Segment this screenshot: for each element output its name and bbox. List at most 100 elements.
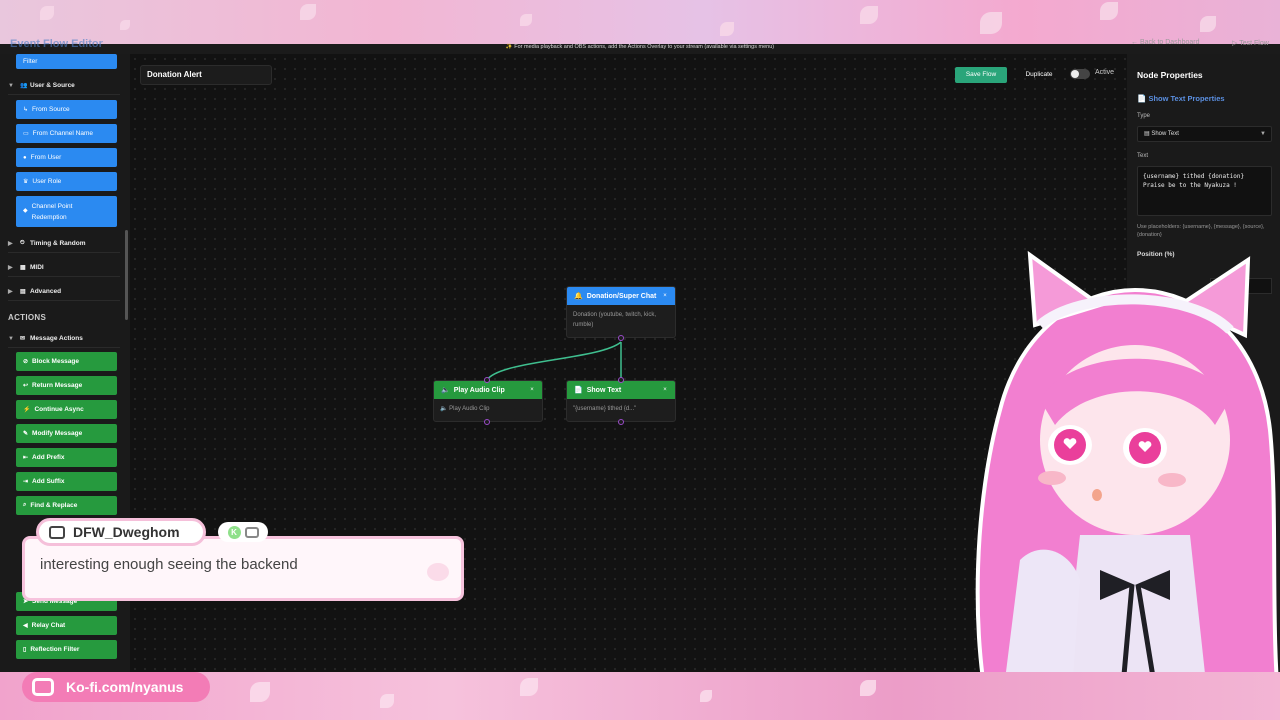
info-banner: ✨ For media playback and OBS actions, ad…: [505, 44, 775, 50]
palette-item-label: Continue Async: [34, 406, 84, 413]
group-label: Advanced: [30, 288, 62, 295]
group-label: MIDI: [30, 264, 44, 271]
lightning-icon: ⚡: [23, 407, 31, 413]
text-label: Text: [1137, 153, 1149, 159]
palette-item-label: Relay Chat: [31, 622, 66, 629]
type-select[interactable]: ▤ Show Text ▼: [1137, 126, 1272, 142]
palette-item-channel-point-redemption[interactable]: ◆ Channel Point Redemption: [16, 196, 117, 227]
suffix-icon: ⇥: [23, 479, 29, 485]
group-advanced[interactable]: ▶ ▤ Advanced: [8, 283, 120, 301]
text-input[interactable]: {username} tithed {donation} Praise be t…: [1137, 166, 1272, 216]
palette-item-label: Modify Message: [32, 430, 83, 437]
duplicate-button[interactable]: Duplicate: [1016, 67, 1062, 83]
toggle-knob: [1071, 70, 1079, 78]
palette-item-label: Return Message: [32, 382, 83, 389]
chevron-right-icon: ▶: [8, 265, 13, 271]
chevron-down-icon: ▼: [1260, 131, 1266, 137]
points-icon: ◆: [23, 208, 28, 214]
group-message-actions[interactable]: ▼ ✉ Message Actions: [8, 330, 120, 348]
output-port[interactable]: [618, 335, 624, 341]
speaker-icon: 🔈: [441, 387, 450, 394]
node-description: "{username} tithed {d...": [573, 406, 637, 412]
back-to-dashboard-link[interactable]: ← Back to Dashboard: [1131, 39, 1199, 46]
group-midi[interactable]: ▶ ▦ MIDI: [8, 259, 120, 277]
piano-icon: ▦: [20, 265, 26, 271]
vtuber-avatar: [975, 250, 1280, 720]
close-icon[interactable]: ×: [528, 386, 536, 394]
close-icon[interactable]: ×: [661, 292, 669, 300]
speaker-icon: 🔈: [440, 406, 448, 412]
kofi-cup-icon: [32, 678, 54, 696]
prefix-icon: ⇤: [23, 455, 29, 461]
palette-item-from-user[interactable]: ● From User: [16, 148, 117, 167]
filter-icon: ▯: [23, 647, 27, 653]
kick-badge-icon: K: [227, 525, 241, 539]
node-title: Show Text: [586, 386, 622, 394]
group-label: User & Source: [30, 82, 75, 89]
output-port[interactable]: [618, 419, 624, 425]
palette-item-return-message[interactable]: ↩ Return Message: [16, 376, 117, 395]
paw-icon: [427, 563, 449, 581]
palette-item-from-channel-name[interactable]: ▭ From Channel Name: [16, 124, 117, 143]
input-port[interactable]: [484, 377, 490, 383]
group-timing-random[interactable]: ▶ ⏲ Timing & Random: [8, 235, 120, 253]
output-port[interactable]: [484, 419, 490, 425]
palette-item-find-replace[interactable]: ⌕ Find & Replace: [16, 496, 117, 515]
book-icon: ▤: [20, 289, 26, 295]
palette-item-label: Channel Point Redemption: [31, 202, 73, 221]
active-label: Active: [1095, 69, 1115, 76]
actions-heading: ACTIONS: [8, 313, 47, 322]
role-icon: ♛: [23, 179, 29, 185]
stream-overlay-top: [0, 0, 1280, 46]
palette-item-relay-chat[interactable]: ◀ Relay Chat: [16, 616, 117, 635]
palette-item-from-source[interactable]: ↳ From Source: [16, 100, 117, 119]
properties-subtitle-text: Show Text Properties: [1148, 94, 1225, 103]
group-label: Message Actions: [30, 335, 83, 342]
type-select-value: Show Text: [1151, 131, 1179, 137]
palette-item-add-suffix[interactable]: ⇥ Add Suffix: [16, 472, 117, 491]
properties-subtitle: 📄 Show Text Properties: [1137, 94, 1225, 103]
channel-icon: ▭: [23, 131, 29, 137]
users-icon: 👥: [20, 83, 28, 89]
chevron-right-icon: ▶: [8, 241, 13, 247]
palette-item-label: Add Prefix: [32, 454, 65, 461]
message-icon: ✉: [20, 336, 26, 342]
return-icon: ↩: [23, 383, 29, 389]
document-icon: 📄: [1137, 94, 1147, 103]
palette-item-modify-message[interactable]: ✎ Modify Message: [16, 424, 117, 443]
group-user-source[interactable]: ▼ 👥 User & Source: [8, 77, 120, 95]
sidebar-scrollbar[interactable]: [125, 230, 128, 320]
relay-icon: ◀: [23, 623, 28, 629]
placeholder-help: Use placeholders: {username}, {message},…: [1137, 224, 1265, 238]
user-icon: ●: [23, 154, 27, 161]
save-flow-button[interactable]: Save Flow: [955, 67, 1007, 83]
palette-item-continue-async[interactable]: ⚡ Continue Async: [16, 400, 117, 419]
node-play-audio-clip[interactable]: 🔈 Play Audio Clip × 🔈 Play Audio Clip: [433, 380, 543, 422]
node-title: Donation/Super Chat: [586, 292, 657, 300]
close-icon[interactable]: ×: [661, 386, 669, 394]
node-donation-trigger[interactable]: 🔔 Donation/Super Chat × Donation (youtube…: [566, 286, 676, 338]
document-icon: 📄: [574, 387, 583, 394]
source-icon: ↳: [23, 107, 29, 113]
palette-item-block-message[interactable]: ⊘ Block Message: [16, 352, 117, 371]
pencil-icon: ✎: [23, 431, 29, 437]
kofi-label: Ko-fi.com/nyanus: [66, 679, 184, 695]
palette-item-label: User Role: [32, 178, 62, 185]
palette-item-label: Block Message: [32, 358, 79, 365]
node-show-text[interactable]: 📄 Show Text × "{username} tithed {d...": [566, 380, 676, 422]
palette-item-add-prefix[interactable]: ⇤ Add Prefix: [16, 448, 117, 467]
palette-item-user-role[interactable]: ♛ User Role: [16, 172, 117, 191]
test-flow-button[interactable]: ▷ Test Flow: [1232, 39, 1269, 47]
active-toggle[interactable]: [1070, 69, 1090, 79]
input-port[interactable]: [618, 377, 624, 383]
document-icon: ▤: [1144, 131, 1150, 137]
node-header: 🔈 Play Audio Clip: [434, 381, 542, 399]
palette-item-filter[interactable]: Filter: [16, 54, 117, 69]
flow-name-input[interactable]: Donation Alert: [140, 65, 272, 85]
type-label: Type: [1137, 113, 1151, 119]
chevron-down-icon: ▼: [8, 82, 14, 89]
palette-item-reflection-filter[interactable]: ▯ Reflection Filter: [16, 640, 117, 659]
palette-item-label: Reflection Filter: [30, 646, 80, 653]
chevron-right-icon: ▶: [8, 289, 13, 295]
chat-badge-icon: [244, 526, 259, 538]
